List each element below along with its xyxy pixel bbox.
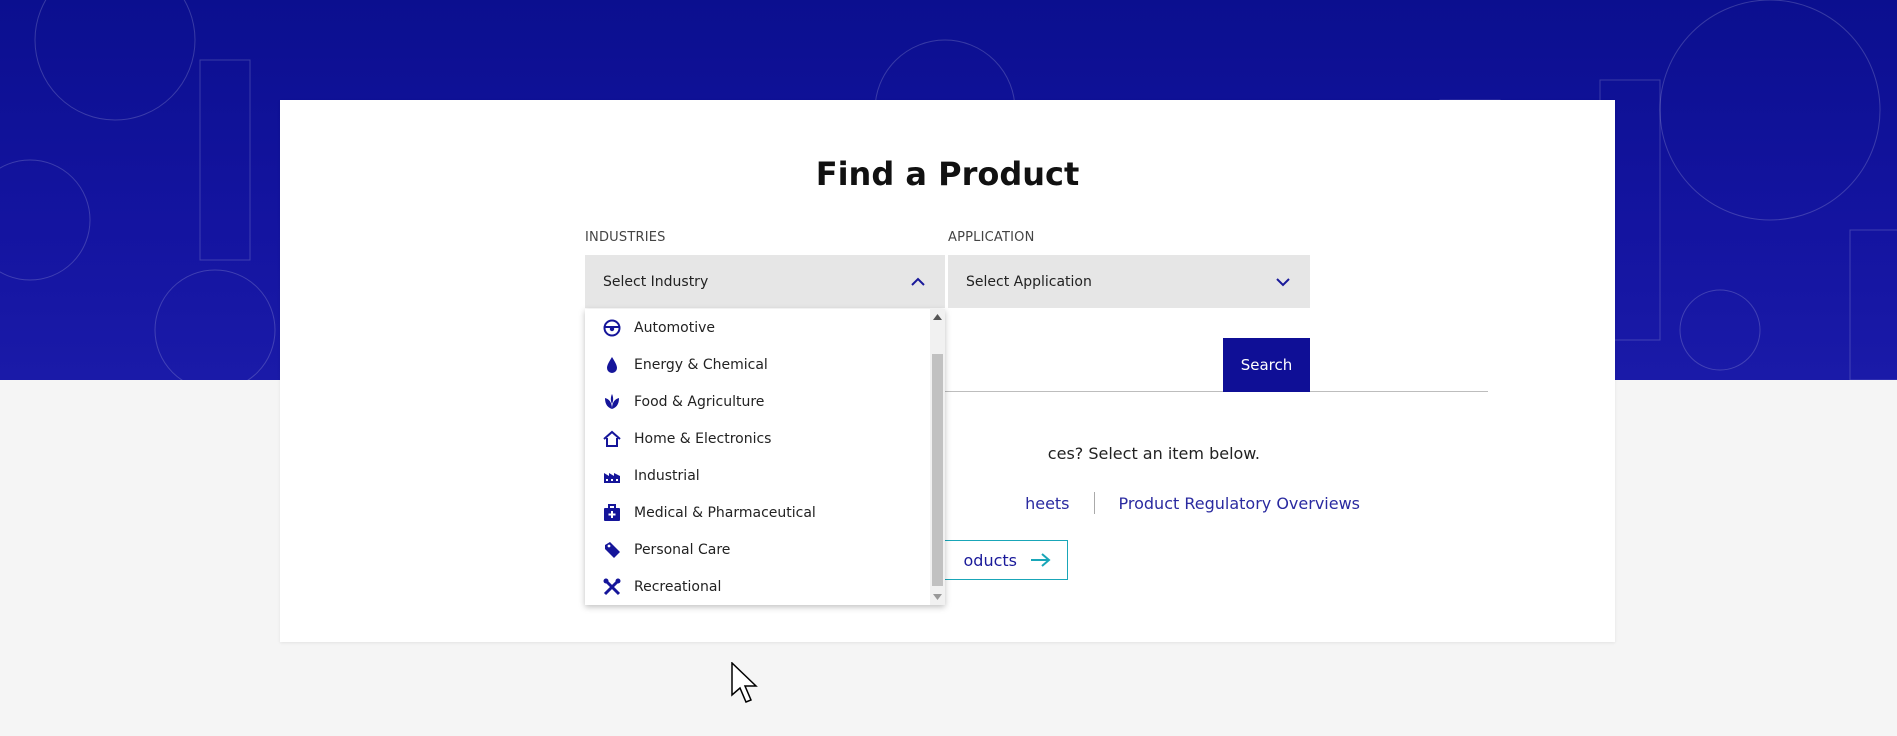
application-select-value: Select Application [966, 273, 1092, 290]
chevron-down-icon [1276, 277, 1290, 286]
droplet-icon [607, 356, 617, 373]
page-title: Find a Product [815, 155, 1080, 193]
scrollbar-thumb[interactable] [932, 354, 943, 586]
industry-option-personal-care[interactable]: Personal Care [585, 531, 930, 568]
chevron-up-icon [911, 277, 925, 286]
crossed-tools-icon [603, 578, 621, 595]
industry-option-recreational[interactable]: Recreational [585, 568, 930, 605]
industries-label: INDUSTRIES [585, 230, 666, 245]
find-product-card: Find a Product INDUSTRIES Select Industr… [280, 100, 1615, 642]
industry-option-food-agriculture[interactable]: Food & Agriculture [585, 383, 930, 420]
link-product-regulatory-overviews[interactable]: Product Regulatory Overviews [1119, 494, 1360, 513]
house-icon [603, 430, 621, 447]
option-label: Personal Care [634, 541, 731, 558]
scroll-up-arrow-icon[interactable] [933, 313, 942, 321]
option-label: Medical & Pharmaceutical [634, 504, 816, 521]
application-label: APPLICATION [948, 230, 1035, 245]
option-label: Home & Electronics [634, 430, 772, 447]
industry-option-industrial[interactable]: Industrial [585, 457, 930, 494]
factory-icon [604, 472, 620, 483]
option-label: Recreational [634, 578, 722, 595]
leaf-icon [605, 393, 619, 409]
industry-select[interactable]: Select Industry [585, 255, 945, 308]
mouse-cursor-icon [731, 662, 758, 703]
industry-option-medical-pharmaceutical[interactable]: Medical & Pharmaceutical [585, 494, 930, 531]
link-safety-data-sheets[interactable]: heets [1025, 494, 1069, 513]
option-label: Industrial [634, 467, 700, 484]
medical-kit-icon [604, 503, 620, 521]
option-label: Food & Agriculture [634, 393, 765, 410]
option-label: Energy & Chemical [634, 356, 768, 373]
dropdown-scrollbar[interactable] [930, 309, 945, 605]
arrow-right-icon [1031, 553, 1051, 567]
industry-select-value: Select Industry [603, 273, 709, 290]
search-button[interactable]: Search [1223, 338, 1310, 392]
industry-dropdown-list: Automotive Energy & Chemical Food & Agri… [585, 309, 945, 605]
tag-icon [605, 541, 620, 558]
scroll-down-arrow-icon[interactable] [933, 593, 942, 601]
link-divider [1093, 492, 1095, 514]
application-select[interactable]: Select Application [948, 255, 1310, 308]
search-input[interactable] [940, 391, 1488, 392]
option-label: Automotive [634, 319, 715, 336]
industry-option-energy-chemical[interactable]: Energy & Chemical [585, 346, 930, 383]
industry-option-automotive[interactable]: Automotive [585, 309, 930, 346]
industry-option-home-electronics[interactable]: Home & Electronics [585, 420, 930, 457]
steering-wheel-icon [603, 319, 621, 336]
all-products-label: oducts [963, 550, 1018, 570]
